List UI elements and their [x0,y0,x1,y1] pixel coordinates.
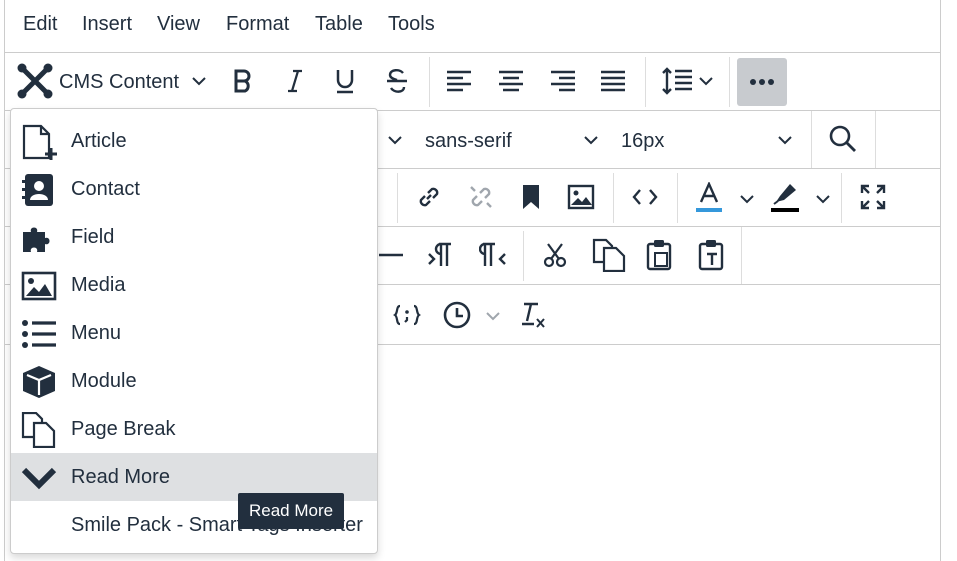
paste-text-icon[interactable] [693,235,729,275]
chevron-down-icon[interactable] [739,193,755,205]
cut-icon[interactable] [537,235,573,275]
dropdown-item-label: Article [71,130,127,152]
search-icon[interactable] [823,119,863,159]
dropdown-item-field[interactable]: Field [11,213,377,261]
template-variable-icon[interactable] [389,295,425,335]
dropdown-item-label: Read More [71,466,170,488]
align-center-button[interactable] [493,61,529,101]
code-icon[interactable] [627,177,663,217]
link-icon[interactable] [411,177,447,217]
highlight-color-icon[interactable] [767,177,803,219]
dropdown-item-module[interactable]: Module [11,357,377,405]
toolbar-separator [645,57,646,107]
image-icon [21,271,57,301]
menu-view[interactable]: View [157,13,200,36]
align-left-button[interactable] [441,61,477,101]
dropdown-item-article[interactable]: Article [11,117,377,165]
clear-formatting-icon[interactable] [515,295,551,335]
fullscreen-icon[interactable] [855,177,891,217]
horizontal-line-icon[interactable] [377,235,405,275]
image-icon[interactable] [563,177,599,217]
cms-content-label[interactable]: CMS Content [59,71,179,94]
menu-edit[interactable]: Edit [23,13,57,36]
toolbar-separator [875,111,876,168]
italic-button[interactable] [277,61,313,101]
line-height-icon[interactable] [657,61,697,101]
dropdown-item-menu[interactable]: Menu [11,309,377,357]
dropdown-item-label: Field [71,226,115,248]
toolbar-row-1: CMS Content [5,53,940,111]
bold-button[interactable] [225,61,261,101]
chevron-down-icon[interactable] [698,75,714,87]
cube-icon [23,366,55,398]
toolbar-separator [613,173,614,223]
toolbar-separator [741,227,742,284]
article-add-icon [22,124,57,160]
dropdown-item-label: Module [71,370,137,392]
strikethrough-button[interactable] [379,61,415,101]
dropdown-item-contact[interactable]: Contact [11,165,377,213]
ellipsis-icon [750,79,774,85]
toolbar-separator [523,231,524,281]
chevron-down-icon[interactable] [777,134,793,146]
bookmark-icon[interactable] [513,177,549,217]
toolbar-separator [397,173,398,223]
more-button[interactable] [737,58,787,106]
chevron-down-icon[interactable] [583,134,599,146]
toolbar-separator [841,173,842,223]
menu-table[interactable]: Table [315,13,363,36]
puzzle-icon [23,227,50,252]
paste-icon[interactable] [641,235,677,275]
dropdown-item-page-break[interactable]: Page Break [11,405,377,453]
underline-button[interactable] [327,61,363,101]
clock-icon[interactable] [439,295,475,335]
joomla-logo-icon[interactable] [15,59,55,103]
rtl-icon[interactable] [475,235,511,275]
copy-icon[interactable] [589,235,629,275]
align-justify-button[interactable] [595,61,631,101]
dropdown-item-label: Menu [71,322,122,344]
toolbar-separator [811,111,812,168]
chevron-down-icon[interactable] [485,310,501,322]
align-right-button[interactable] [545,61,581,101]
toolbar-separator [429,57,430,107]
unlink-icon[interactable] [463,177,499,217]
list-icon [22,320,56,348]
text-color-icon[interactable] [691,177,727,219]
toolbar-separator [677,173,678,223]
menubar: Edit Insert View Format Table Tools [5,0,940,53]
tooltip: Read More [238,493,345,529]
dropdown-item-label: Media [71,274,126,296]
dropdown-item-media[interactable]: Media [11,261,377,309]
chevron-down-icon[interactable] [191,75,207,87]
dropdown-item-label: Contact [71,178,140,200]
font-size-select[interactable]: 16px [621,130,664,153]
menu-format[interactable]: Format [226,13,289,36]
font-family-select[interactable]: sans-serif [425,130,512,153]
toolbar-separator [729,57,730,107]
cms-content-dropdown: Article Contact Field Media Menu Module … [10,108,378,554]
chevron-down-icon[interactable] [815,193,831,205]
menu-insert[interactable]: Insert [82,13,132,36]
chevron-down-icon [21,467,57,490]
copy-pages-icon [21,412,56,448]
chevron-down-icon[interactable] [387,134,403,146]
contact-card-icon [22,174,53,206]
ltr-icon[interactable] [423,235,459,275]
menu-tools[interactable]: Tools [388,13,435,36]
dropdown-item-label: Page Break [71,418,176,440]
